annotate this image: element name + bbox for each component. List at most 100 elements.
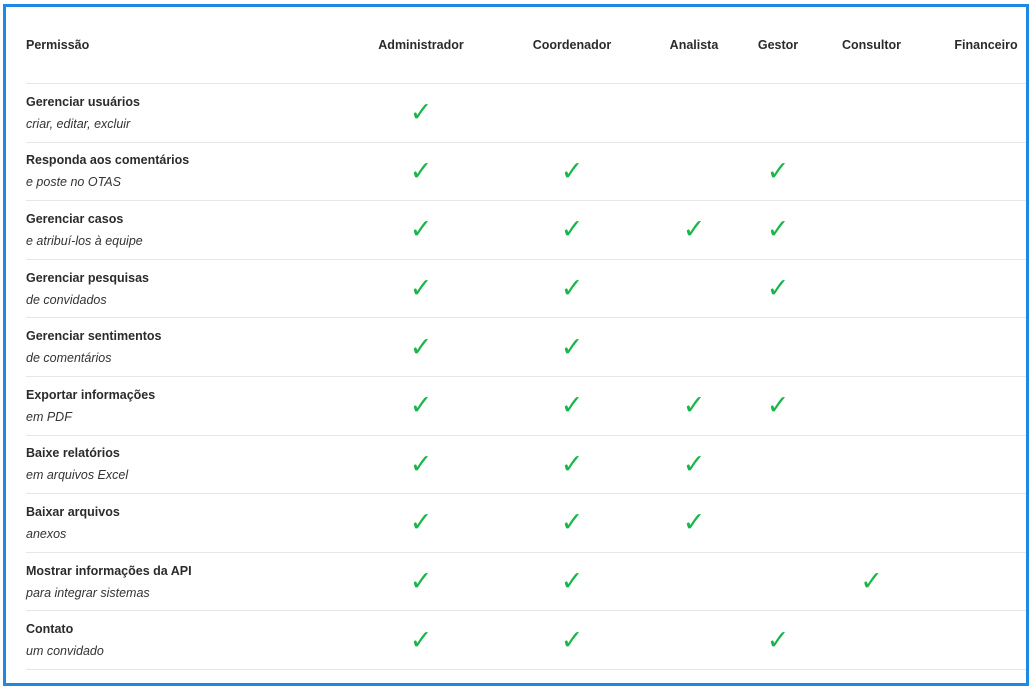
permission-title: Gerenciar pesquisas	[26, 270, 149, 285]
role-cell-analista	[654, 260, 734, 318]
role-cell-coordenador: ✓	[517, 143, 627, 201]
role-cell-coordenador: ✓	[517, 494, 627, 552]
checkmark-icon: ✓	[409, 390, 433, 422]
role-cell-consultor	[824, 260, 919, 318]
checkmark-icon: ✓	[766, 624, 790, 656]
role-cell-administrador: ✓	[366, 553, 476, 611]
checkmark-icon: ✓	[409, 507, 433, 539]
checkmark-icon: ✓	[766, 214, 790, 246]
checkmark-icon: ✓	[409, 155, 433, 187]
checkmark-icon: ✓	[860, 566, 883, 598]
permission-subtitle: e poste no OTAS	[26, 175, 121, 190]
permission-cell: Mostrar informações da API para integrar …	[26, 553, 326, 611]
checkmark-icon: ✓	[682, 214, 706, 246]
table-row: Gerenciar casos e atribuí-los à equipe ✓ ✓ ✓…	[26, 201, 1026, 260]
role-cell-analista	[654, 611, 734, 669]
role-cell-consultor	[824, 201, 919, 259]
permission-title: Baixe relatórios	[26, 446, 120, 461]
checkmark-icon: ✓	[560, 273, 584, 305]
role-cell-financeiro	[931, 143, 1026, 201]
role-cell-coordenador: ✓	[517, 436, 627, 494]
role-cell-coordenador: ✓	[517, 377, 627, 435]
table-row: Contato um convidado ✓ ✓ ✓	[26, 611, 1026, 670]
permission-subtitle: para integrar sistemas	[26, 585, 150, 600]
role-cell-gestor	[738, 436, 818, 494]
role-cell-analista: ✓	[654, 201, 734, 259]
role-cell-gestor: ✓	[738, 611, 818, 669]
role-cell-administrador: ✓	[366, 201, 476, 259]
permission-cell: Exportar informações em PDF	[26, 377, 326, 435]
role-cell-administrador: ✓	[366, 260, 476, 318]
checkmark-icon: ✓	[409, 448, 433, 480]
role-cell-gestor: ✓	[738, 143, 818, 201]
role-cell-analista	[654, 318, 734, 376]
checkmark-icon: ✓	[409, 214, 433, 246]
checkmark-icon: ✓	[682, 507, 706, 539]
column-header-gestor: Gestor	[757, 38, 799, 52]
checkmark-icon: ✓	[560, 390, 584, 422]
permission-cell: Responda aos comentários e poste no OTAS	[26, 143, 326, 201]
role-cell-analista: ✓	[654, 436, 734, 494]
role-cell-analista	[654, 84, 734, 142]
role-cell-consultor: ✓	[824, 553, 919, 611]
role-cell-financeiro	[931, 377, 1026, 435]
permission-subtitle: de convidados	[26, 292, 107, 307]
permission-cell: Contato um convidado	[26, 611, 326, 669]
permission-cell: Gerenciar casos e atribuí-los à equipe	[26, 201, 326, 259]
permission-title: Mostrar informações da API	[26, 563, 192, 578]
role-cell-gestor	[738, 318, 818, 376]
role-cell-financeiro	[931, 553, 1026, 611]
checkmark-icon: ✓	[560, 624, 584, 656]
checkmark-icon: ✓	[409, 566, 433, 598]
column-header-analista: Analista	[669, 38, 719, 52]
role-cell-coordenador: ✓	[517, 318, 627, 376]
role-cell-administrador: ✓	[366, 143, 476, 201]
role-cell-gestor: ✓	[738, 201, 818, 259]
checkmark-icon: ✓	[766, 155, 790, 187]
permission-subtitle: criar, editar, excluir	[26, 116, 131, 131]
column-header-permission: Permissão	[26, 38, 90, 52]
role-cell-analista	[654, 143, 734, 201]
column-header-administrador: Administrador	[378, 38, 464, 52]
role-cell-coordenador: ✓	[517, 201, 627, 259]
role-cell-administrador: ✓	[366, 84, 476, 142]
role-cell-consultor	[824, 494, 919, 552]
checkmark-icon: ✓	[766, 390, 790, 422]
permission-title: Contato	[26, 622, 74, 637]
table-row: Responda aos comentários e poste no OTAS ✓…	[26, 143, 1026, 202]
checkmark-icon: ✓	[560, 507, 584, 539]
permission-subtitle: anexos	[26, 526, 67, 541]
role-cell-administrador: ✓	[366, 611, 476, 669]
role-cell-consultor	[824, 611, 919, 669]
role-cell-administrador: ✓	[366, 377, 476, 435]
role-cell-gestor	[738, 553, 818, 611]
role-cell-gestor: ✓	[738, 377, 818, 435]
table-row: Gerenciar usuários criar, editar, excluir…	[26, 84, 1026, 143]
role-cell-consultor	[824, 377, 919, 435]
role-cell-financeiro	[931, 318, 1026, 376]
permission-cell: Baixe relatórios em arquivos Excel	[26, 436, 326, 494]
role-cell-financeiro	[931, 436, 1026, 494]
permission-subtitle: um convidado	[26, 644, 104, 659]
column-header-financeiro: Financeiro	[954, 38, 1018, 52]
table-row: Gerenciar pesquisas de convidados ✓ ✓ ✓	[26, 260, 1026, 319]
permission-title: Exportar informações	[26, 387, 156, 402]
role-cell-gestor	[738, 494, 818, 552]
role-cell-analista: ✓	[654, 377, 734, 435]
permission-subtitle: e atribuí-los à equipe	[26, 233, 143, 248]
role-cell-financeiro	[931, 611, 1026, 669]
role-cell-coordenador: ✓	[517, 260, 627, 318]
checkmark-icon: ✓	[409, 624, 433, 656]
checkmark-icon: ✓	[766, 273, 790, 305]
table-row: Mostrar informações da API para integrar …	[26, 553, 1026, 612]
role-cell-gestor: ✓	[738, 260, 818, 318]
role-cell-financeiro	[931, 84, 1026, 142]
permission-cell: Gerenciar sentimentos de comentários	[26, 318, 326, 376]
role-cell-gestor	[738, 84, 818, 142]
permission-cell: Gerenciar usuários criar, editar, excluir	[26, 84, 326, 142]
role-cell-financeiro	[931, 201, 1026, 259]
role-cell-consultor	[824, 436, 919, 494]
role-cell-financeiro	[931, 260, 1026, 318]
table-row: Gerenciar sentimentos de comentários ✓ ✓	[26, 318, 1026, 377]
checkmark-icon: ✓	[560, 155, 584, 187]
